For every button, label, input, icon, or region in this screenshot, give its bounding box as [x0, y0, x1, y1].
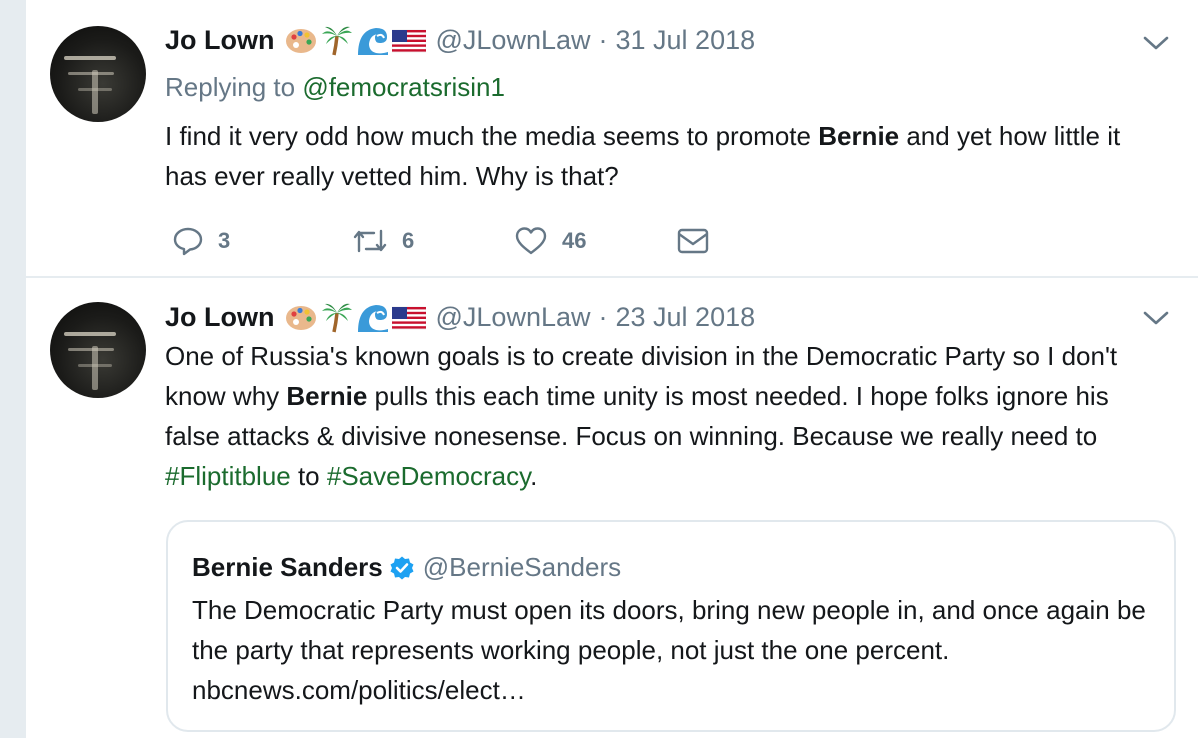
- reply-button[interactable]: 3: [172, 225, 230, 257]
- envelope-icon: [677, 228, 709, 254]
- message-button[interactable]: [676, 225, 710, 257]
- replying-to-label: Replying to: [165, 72, 296, 102]
- like-button[interactable]: 46: [514, 225, 586, 257]
- quoted-tweet-link[interactable]: nbcnews.com/politics/elect…: [192, 670, 526, 710]
- tweet-divider: [26, 276, 1198, 278]
- tweet[interactable]: Jo Lown: [26, 0, 1198, 276]
- tweet-header: Jo Lown: [165, 300, 755, 334]
- artist-palette-icon: [285, 29, 316, 53]
- tweet-text-part: I find it very odd how much the media se…: [165, 121, 819, 151]
- timeline: Jo Lown @JLownLaw · 31 Jul 2018 Replying…: [26, 0, 1198, 738]
- verified-badge-icon: [390, 556, 414, 579]
- user-handle[interactable]: @JLownLaw: [436, 302, 591, 333]
- retweet-icon: [353, 229, 387, 253]
- display-name[interactable]: Jo Lown: [165, 302, 275, 333]
- wave-icon: [357, 28, 388, 55]
- hashtag-link[interactable]: #SaveDemocracy: [327, 461, 530, 491]
- chevron-down-icon[interactable]: [1142, 33, 1170, 53]
- tweet-text-bold: Bernie: [818, 121, 900, 151]
- tweet[interactable]: Jo Lown: [26, 278, 1198, 738]
- quoted-tweet-header: Bernie Sanders @BernieSanders: [192, 552, 621, 583]
- reply-icon: [173, 227, 203, 256]
- tweet-text: One of Russia's known goals is to create…: [165, 336, 1155, 496]
- name-emojis: [284, 24, 428, 56]
- retweet-button[interactable]: 6: [352, 225, 414, 257]
- quoted-tweet[interactable]: Bernie Sanders @BernieSanders The Democr…: [166, 520, 1176, 732]
- replying-to-handle[interactable]: @femocratsrisin1: [302, 72, 505, 102]
- tweet-date[interactable]: 23 Jul 2018: [616, 302, 756, 333]
- quoted-user-handle[interactable]: @BernieSanders: [423, 552, 621, 583]
- us-flag-icon: [391, 29, 426, 53]
- left-gutter: [0, 0, 26, 738]
- us-flag-icon: [391, 306, 426, 330]
- quoted-display-name[interactable]: Bernie Sanders: [192, 552, 383, 583]
- tweet-header: Jo Lown: [165, 23, 755, 57]
- tweet-text: I find it very odd how much the media se…: [165, 116, 1155, 196]
- separator-dot: ·: [598, 24, 608, 55]
- chevron-down-icon[interactable]: [1142, 308, 1170, 328]
- avatar[interactable]: [50, 302, 146, 398]
- avatar[interactable]: [50, 26, 146, 122]
- hashtag-link[interactable]: #Fliptitblue: [165, 461, 291, 491]
- tweet-text-part: .: [530, 461, 538, 491]
- quoted-tweet-text: The Democratic Party must open its doors…: [192, 595, 1146, 665]
- replying-to: Replying to @femocratsrisin1: [165, 72, 505, 103]
- palm-tree-icon: [321, 303, 352, 333]
- wave-icon: [357, 305, 388, 332]
- user-handle[interactable]: @JLownLaw: [436, 25, 591, 56]
- artist-palette-icon: [285, 306, 316, 330]
- tweet-text-bold: Bernie: [286, 381, 368, 411]
- retweet-count: 6: [402, 228, 415, 253]
- separator-dot: ·: [598, 301, 608, 332]
- reply-count: 3: [218, 228, 231, 253]
- like-count: 46: [562, 228, 587, 253]
- name-emojis: [284, 301, 428, 333]
- tweet-date[interactable]: 31 Jul 2018: [616, 25, 756, 56]
- palm-tree-icon: [321, 26, 352, 56]
- heart-icon: [515, 227, 547, 255]
- display-name[interactable]: Jo Lown: [165, 25, 275, 56]
- tweet-text-part: to: [290, 461, 327, 491]
